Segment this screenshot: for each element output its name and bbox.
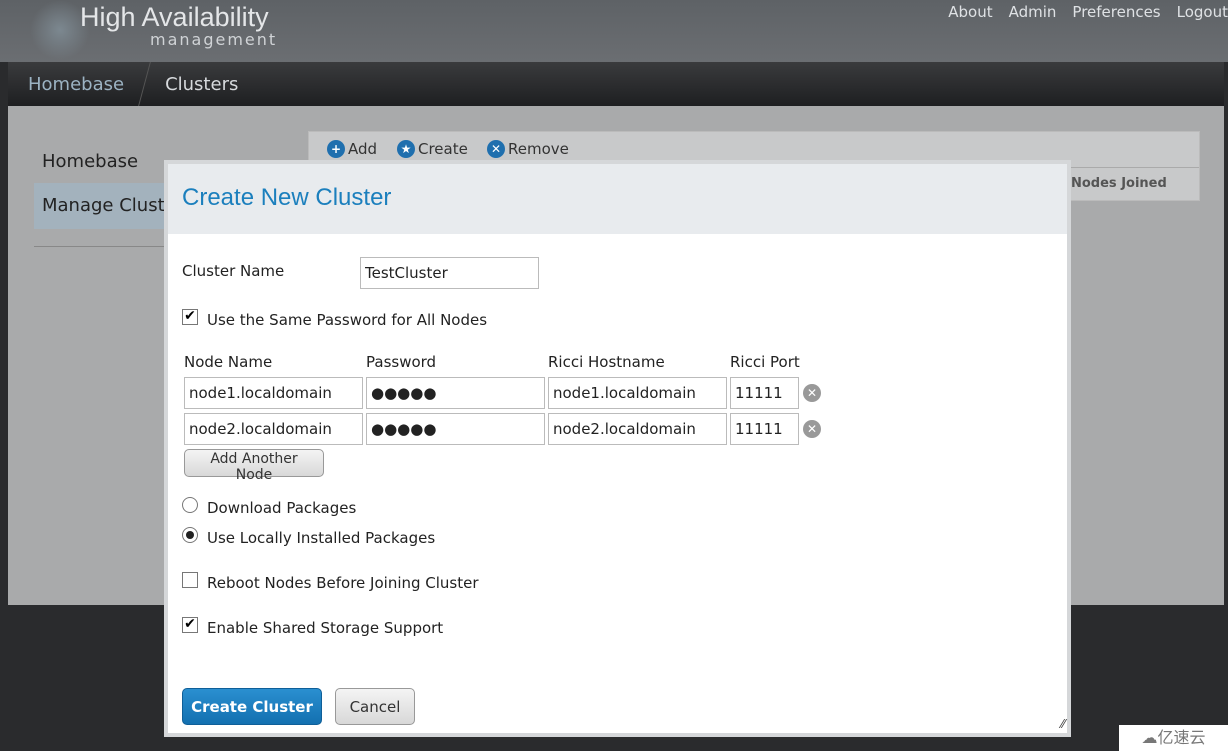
col-password: Password	[366, 353, 437, 371]
sidebar-item-homebase[interactable]: Homebase	[42, 151, 138, 172]
ricci-hostname-input[interactable]	[548, 413, 727, 445]
create-cluster-dialog: Create New Cluster Cluster Name ✔ Use th…	[164, 160, 1071, 737]
node-name-input[interactable]	[184, 413, 363, 445]
brand-subtitle: management	[150, 30, 278, 49]
shared-storage-checkbox[interactable]: ✔	[182, 617, 198, 633]
cancel-button[interactable]: Cancel	[335, 688, 415, 725]
create-label: Create	[418, 140, 468, 158]
download-packages-label: Download Packages	[207, 499, 357, 517]
create-cluster-button[interactable]: Create Cluster	[182, 688, 322, 725]
brand-title: High Availability	[80, 2, 269, 32]
remove-button[interactable]: ✕ Remove	[487, 140, 569, 158]
node-password-input[interactable]	[366, 377, 545, 409]
local-packages-radio[interactable]	[182, 527, 198, 543]
download-packages-radio[interactable]	[182, 497, 198, 513]
link-preferences[interactable]: Preferences	[1072, 3, 1160, 21]
resize-handle-icon[interactable]: ⁄⁄	[1061, 717, 1065, 731]
top-header: High Availability management About Admin…	[0, 0, 1228, 62]
col-ricci-port: Ricci Port	[730, 353, 800, 371]
same-password-label: Use the Same Password for All Nodes	[207, 311, 488, 329]
remove-label: Remove	[508, 140, 569, 158]
sidebar-divider	[34, 246, 174, 247]
watermark: ☁亿速云	[1119, 725, 1228, 751]
add-button[interactable]: + Add	[327, 140, 377, 158]
close-icon: ✕	[487, 140, 505, 158]
link-about[interactable]: About	[948, 3, 992, 21]
node-password-input[interactable]	[366, 413, 545, 445]
breadcrumb-homebase[interactable]: Homebase	[8, 74, 144, 95]
shared-storage-label: Enable Shared Storage Support	[207, 619, 444, 637]
node-name-input[interactable]	[184, 377, 363, 409]
link-admin[interactable]: Admin	[1009, 3, 1057, 21]
col-node-name: Node Name	[184, 353, 273, 371]
create-button[interactable]: ★ Create	[397, 140, 468, 158]
local-packages-label: Use Locally Installed Packages	[207, 529, 436, 547]
sidebar-item-manage-clusters[interactable]: Manage Clusters	[34, 183, 174, 229]
ricci-hostname-input[interactable]	[548, 377, 727, 409]
ricci-port-input[interactable]	[730, 413, 799, 445]
ricci-port-input[interactable]	[730, 377, 799, 409]
remove-node-icon[interactable]: ✕	[803, 384, 821, 402]
cluster-name-input[interactable]	[360, 257, 539, 289]
column-nodes-joined[interactable]: Nodes Joined	[1071, 176, 1167, 191]
cluster-name-label: Cluster Name	[182, 262, 285, 280]
link-logout[interactable]: Logout	[1177, 3, 1228, 21]
plus-icon: +	[327, 140, 345, 158]
same-password-checkbox[interactable]: ✔	[182, 309, 198, 325]
dialog-title: Create New Cluster	[168, 164, 1067, 234]
add-another-node-button[interactable]: Add Another Node	[184, 449, 324, 483]
star-icon: ★	[397, 140, 415, 158]
reboot-nodes-label: Reboot Nodes Before Joining Cluster	[207, 574, 479, 592]
remove-node-icon[interactable]: ✕	[803, 420, 821, 438]
col-ricci-hostname: Ricci Hostname	[548, 353, 665, 371]
breadcrumb: Homebase Clusters	[8, 62, 1224, 106]
breadcrumb-clusters: Clusters	[165, 73, 239, 95]
reboot-nodes-checkbox[interactable]	[182, 572, 198, 588]
add-label: Add	[348, 140, 378, 158]
